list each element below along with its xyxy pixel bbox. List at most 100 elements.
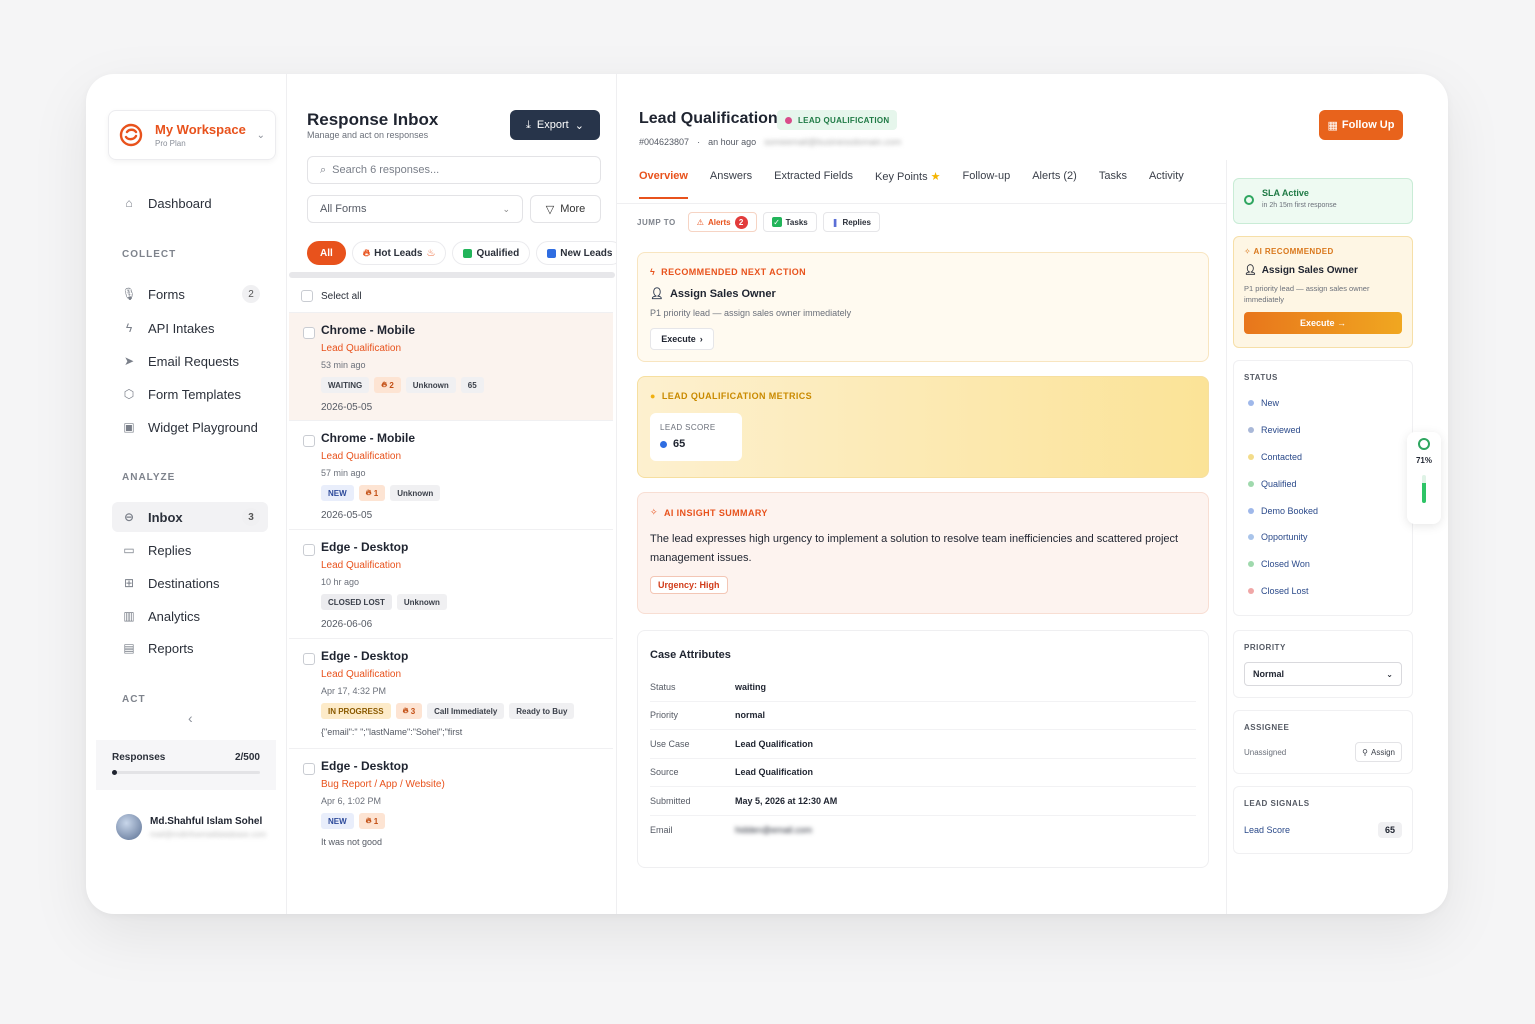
search-input[interactable]: ⌕ Search 6 responses...	[307, 156, 601, 184]
attribute-key: Status	[650, 681, 676, 692]
item-form: Bug Report / App / Website)	[321, 779, 445, 790]
export-button[interactable]: ⤓ Export ⌄	[510, 110, 600, 140]
item-date: 2026-06-06	[321, 619, 373, 630]
select-all-checkbox[interactable]	[301, 290, 313, 302]
list-item[interactable]: Edge - Desktop Lead Qualification Apr 17…	[289, 638, 613, 748]
tab-key-points[interactable]: Key Points ★	[875, 170, 941, 199]
status-option[interactable]: Reviewed	[1244, 417, 1402, 444]
status-dot-icon	[1248, 400, 1254, 407]
list-item[interactable]: Edge - Desktop Bug Report / App / Websit…	[289, 748, 613, 858]
item-date: 2026-05-05	[321, 510, 373, 521]
section-analyze: ANALYZE	[122, 472, 176, 483]
sidebar-item-analytics[interactable]: ▥ Analytics	[112, 601, 268, 631]
tab-follow-up[interactable]: Follow-up	[963, 170, 1011, 199]
sidebar-item-label: Reports	[148, 640, 194, 656]
widget-icon: ▣	[123, 420, 135, 434]
status-option[interactable]: Closed Lost	[1244, 578, 1402, 605]
priority-badge: 🔥︎ 3	[395, 703, 423, 719]
action-description: P1 priority lead — assign sales owner im…	[650, 308, 852, 318]
status-label: Contacted	[1261, 451, 1303, 462]
sidebar-item-label: Destinations	[148, 575, 220, 591]
tab-activity[interactable]: Activity	[1149, 170, 1184, 199]
status-option[interactable]: Demo Booked	[1244, 497, 1402, 524]
sidebar-item-widget-playground[interactable]: ▣ Widget Playground	[112, 412, 268, 442]
chevron-down-icon: ⌄	[1386, 669, 1393, 679]
status-option[interactable]: Closed Won	[1244, 551, 1402, 578]
chip-new-leads[interactable]: New Leads	[536, 241, 617, 265]
bolt-icon: ϟ	[125, 321, 133, 335]
usage-value: 2/500	[234, 752, 260, 763]
status-option[interactable]: Qualified	[1244, 470, 1402, 497]
attribute-value: normal	[735, 710, 766, 721]
card-label-text: RECOMMENDED NEXT ACTION	[661, 267, 807, 277]
user-profile[interactable]: Md.Shahful Islam Sohel mail@mdinfoemaild…	[96, 796, 276, 858]
jump-tasks-button[interactable]: ✓ Tasks	[762, 212, 817, 232]
chevron-down-icon: ⌄	[574, 119, 584, 132]
list-item[interactable]: Chrome - Mobile Lead Qualification 53 mi…	[289, 312, 613, 420]
tab-overview[interactable]: Overview	[639, 170, 688, 199]
sidebar-item-api-intakes[interactable]: ϟ API Intakes	[112, 313, 268, 343]
search-placeholder: Search 6 responses...	[332, 164, 440, 176]
status-dot-icon	[1248, 587, 1254, 594]
status-option[interactable]: New	[1244, 390, 1402, 417]
sidebar-item-forms[interactable]: 🎙︎ Forms 2	[112, 279, 268, 309]
priority-value: Normal	[1253, 669, 1285, 679]
jump-alerts-button[interactable]: ⚠ Alerts 2	[687, 212, 757, 232]
priority-select[interactable]: Normal ⌄	[1244, 662, 1402, 686]
sidebar-item-label: Widget Playground	[148, 419, 258, 435]
select-all-row[interactable]: Select all	[301, 290, 362, 302]
status-option[interactable]: Opportunity	[1244, 524, 1402, 551]
sidebar-item-email-requests[interactable]: ➤ Email Requests	[112, 346, 268, 376]
status-label: New	[1261, 398, 1280, 409]
sidebar-item-replies[interactable]: ▭ Replies	[112, 535, 268, 565]
jump-replies-button[interactable]: ❚ Replies	[822, 212, 880, 232]
workspace-name: My Workspace	[155, 122, 246, 137]
cube-icon: ⬡	[123, 387, 135, 401]
priority-value: 1	[373, 488, 379, 498]
workspace-plan: Pro Plan	[155, 139, 186, 148]
more-filters-button[interactable]: ▽ More	[530, 195, 601, 223]
chip-hot-leads[interactable]: 🔥︎ Hot Leads ♨	[351, 241, 447, 265]
list-item[interactable]: Chrome - Mobile Lead Qualification 57 mi…	[289, 420, 613, 529]
item-checkbox[interactable]	[303, 544, 315, 556]
completion-widget[interactable]: 71%	[1407, 432, 1441, 524]
tab-alerts[interactable]: Alerts (2)	[1032, 170, 1077, 199]
item-checkbox[interactable]	[303, 653, 315, 665]
tab-answers[interactable]: Answers	[710, 170, 752, 199]
sidebar-item-inbox[interactable]: ⊖ Inbox 3	[112, 502, 268, 532]
attribute-value: waiting	[735, 681, 766, 692]
collapse-sidebar-icon[interactable]: ‹	[188, 710, 193, 726]
item-tags: CLOSED LOST Unknown	[321, 594, 613, 610]
tag: Unknown	[390, 485, 441, 501]
chip-all[interactable]: All	[307, 241, 346, 265]
forms-filter-select[interactable]: All Forms ⌄	[307, 195, 523, 223]
bolt-icon: ϟ	[650, 267, 656, 277]
status-option[interactable]: Contacted	[1244, 444, 1402, 471]
action-text: Assign Sales Owner	[669, 287, 776, 300]
user-icon: 👤︎	[1244, 265, 1257, 276]
tab-tasks[interactable]: Tasks	[1099, 170, 1127, 199]
chips-scrollbar[interactable]	[289, 272, 615, 278]
signal-row: Lead Score 65	[1244, 822, 1402, 838]
sidebar-item-destinations[interactable]: ⊞ Destinations	[112, 568, 268, 598]
sidebar-item-reports[interactable]: ▤ Reports	[112, 633, 268, 663]
item-checkbox[interactable]	[303, 763, 315, 775]
workspace-switcher[interactable]: My Workspace Pro Plan ⌄	[108, 110, 276, 160]
ai-execute-button[interactable]: Execute →	[1244, 312, 1402, 334]
execute-button[interactable]: Execute ›	[650, 328, 714, 350]
calendar-icon: ▦	[1327, 119, 1338, 132]
status-badge: NEW	[321, 485, 354, 501]
chevron-down-icon: ⌄	[256, 129, 265, 141]
sidebar-item-dashboard[interactable]: ⌂ Dashboard	[112, 188, 268, 218]
list-item[interactable]: Edge - Desktop Lead Qualification 10 hr …	[289, 529, 613, 638]
follow-up-button[interactable]: ▦ Follow Up	[1319, 110, 1403, 140]
chip-qualified[interactable]: Qualified	[452, 241, 531, 265]
sidebar-item-form-templates[interactable]: ⬡ Form Templates	[112, 379, 268, 409]
item-form: Lead Qualification	[321, 560, 402, 571]
attribute-value: Lead Qualification	[735, 767, 814, 778]
item-checkbox[interactable]	[303, 327, 315, 339]
tab-extracted-fields[interactable]: Extracted Fields	[774, 170, 853, 199]
item-checkbox[interactable]	[303, 435, 315, 447]
user-plus-icon: ⚲	[1362, 747, 1368, 757]
assign-button[interactable]: ⚲ Assign	[1355, 742, 1402, 762]
